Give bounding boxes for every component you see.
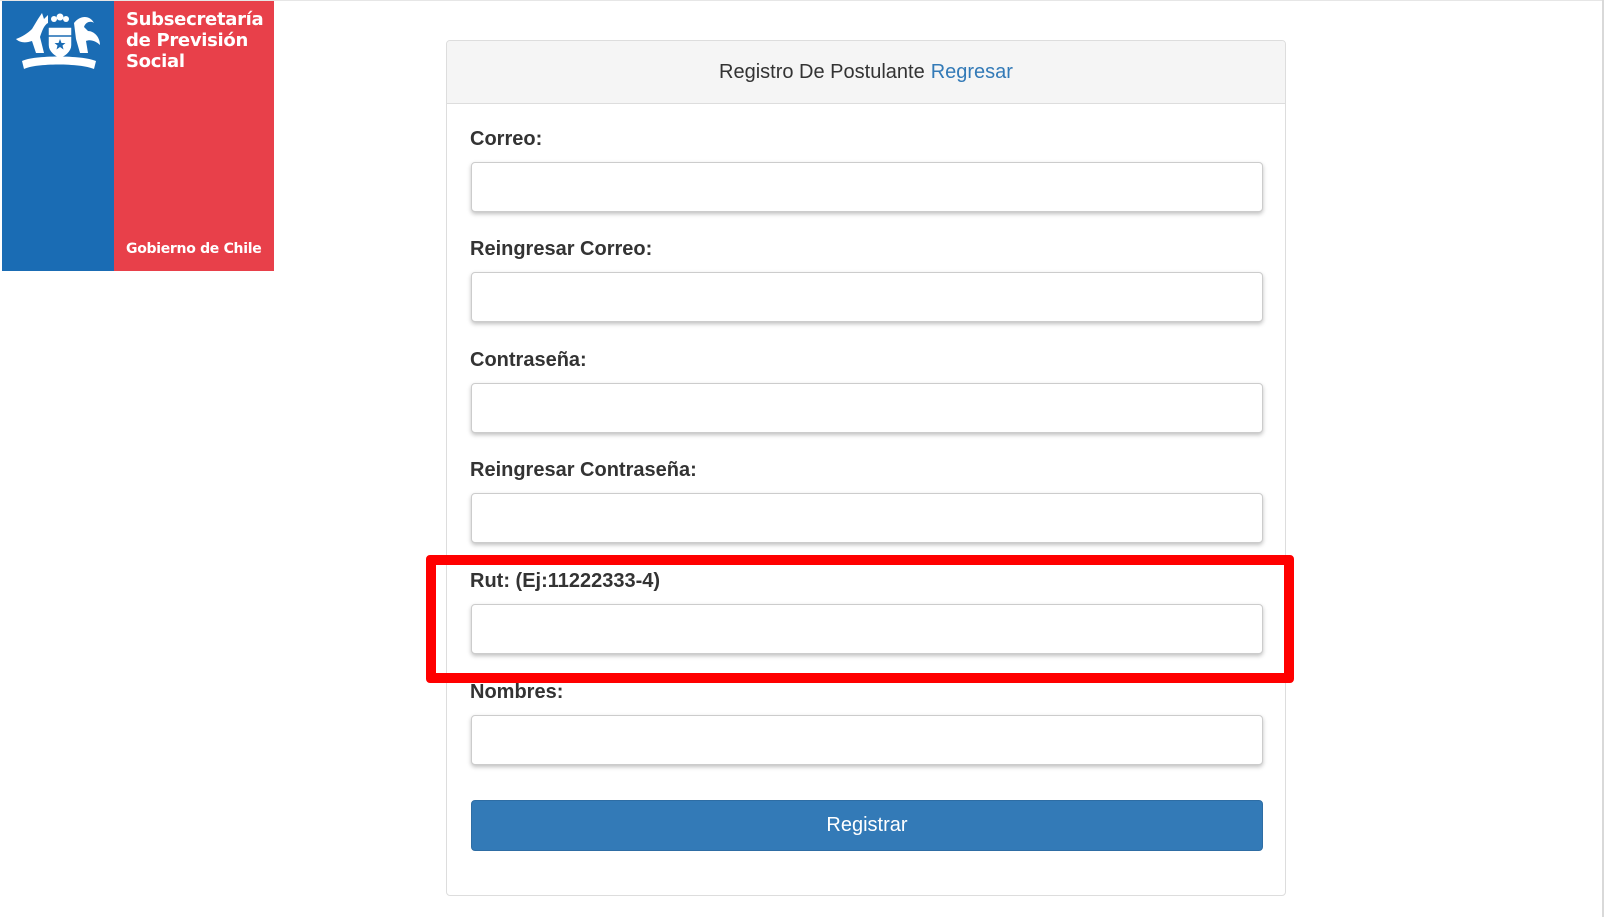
logo-red-band: Subsecretaría de Previsión Social Gobier… — [114, 1, 274, 271]
email-label: Correo: — [470, 128, 543, 150]
password-label: Contraseña: — [470, 349, 587, 371]
rut-field[interactable] — [471, 604, 1263, 654]
registration-panel: Registro De Postulante Regresar Correo: … — [446, 40, 1286, 896]
back-link[interactable]: Regresar — [931, 61, 1013, 84]
names-label: Nombres: — [470, 681, 564, 703]
coat-of-arms-icon — [16, 13, 100, 69]
confirm-password-label: Reingresar Contraseña: — [470, 459, 697, 481]
confirm-password-field[interactable] — [471, 493, 1263, 543]
panel-heading: Registro De Postulante Regresar — [447, 41, 1285, 104]
password-field[interactable] — [471, 383, 1263, 433]
register-button[interactable]: Registrar — [471, 800, 1263, 851]
logo-title: Subsecretaría de Previsión Social — [126, 9, 264, 72]
email-field[interactable] — [471, 162, 1263, 212]
confirm-email-field[interactable] — [471, 272, 1263, 322]
government-logo: Subsecretaría de Previsión Social Gobier… — [2, 1, 274, 271]
panel-title: Registro De Postulante — [719, 60, 925, 83]
rut-label: Rut: (Ej:11222333-4) — [470, 570, 661, 592]
logo-footer: Gobierno de Chile — [126, 241, 262, 257]
logo-blue-band — [2, 1, 114, 271]
confirm-email-label: Reingresar Correo: — [470, 238, 653, 260]
names-field[interactable] — [471, 715, 1263, 765]
registration-page: Subsecretaría de Previsión Social Gobier… — [0, 0, 1604, 917]
